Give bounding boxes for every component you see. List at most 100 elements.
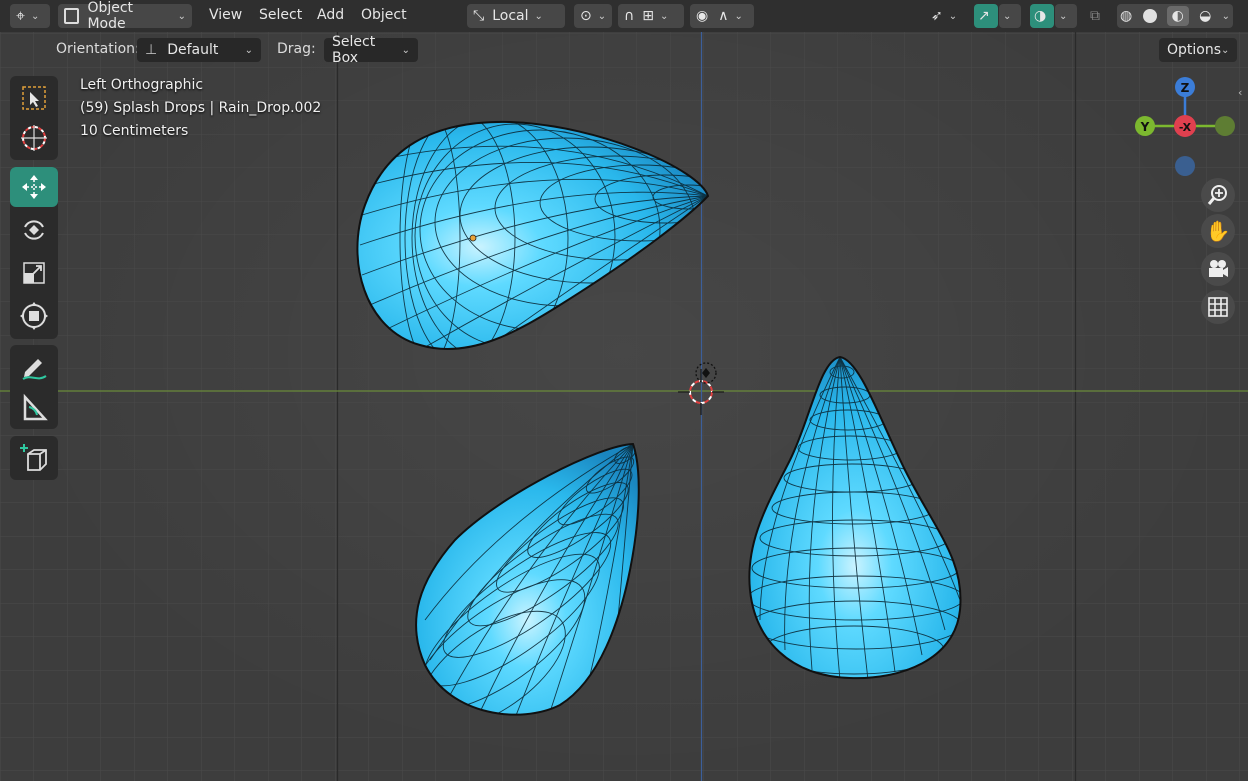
pivot-icon: ⊙ bbox=[580, 8, 592, 24]
tool-cursor[interactable] bbox=[10, 118, 58, 158]
view-name-label: Left Orthographic bbox=[80, 77, 204, 93]
scale-icon bbox=[23, 262, 45, 284]
chevron-down-icon: ⌄ bbox=[1059, 10, 1068, 22]
xray-icon: ⧉ bbox=[1090, 8, 1100, 24]
gizmo-toggle[interactable]: ↗ bbox=[974, 4, 998, 28]
chevron-down-icon: ⌄ bbox=[597, 10, 607, 22]
proportional-edit-icon: ◉ bbox=[696, 8, 709, 24]
3d-viewport[interactable] bbox=[0, 0, 1248, 781]
snap-increment-icon: ⊞ bbox=[642, 8, 654, 24]
grid-scale-label: 10 Centimeters bbox=[80, 123, 189, 139]
blender-3d-viewport-window: ⌖ ⌄ Object Mode ⌄ View Select Add Object … bbox=[0, 0, 1248, 781]
camera-icon bbox=[1209, 260, 1228, 277]
mode-label: Object Mode bbox=[87, 0, 134, 32]
shading-mode-group[interactable]: ◍ ◐ ◒ ⌄ bbox=[1117, 4, 1233, 28]
visibility-dropdown[interactable]: ➶ ⌄ bbox=[925, 4, 967, 28]
tool-add-cube[interactable] bbox=[10, 438, 58, 478]
camera-view-button[interactable] bbox=[1201, 252, 1235, 286]
chevron-down-icon: ⌄ bbox=[1003, 10, 1012, 22]
chevron-down-icon: ⌄ bbox=[534, 10, 543, 22]
gizmo-z-label: Z bbox=[1181, 81, 1190, 95]
gizmo-y-label: Y bbox=[1140, 120, 1150, 134]
tool-group-select bbox=[10, 76, 58, 160]
pivot-point-dropdown[interactable]: ⊙ ⌄ bbox=[574, 4, 612, 28]
overlays-dropdown[interactable]: ⌄ bbox=[1055, 4, 1077, 28]
overlays-icon: ◑ bbox=[1034, 8, 1047, 24]
tool-rotate[interactable] bbox=[10, 210, 58, 250]
chevron-down-icon: ⌄ bbox=[948, 10, 958, 22]
chevron-down-icon: ⌄ bbox=[659, 10, 669, 22]
options-dropdown[interactable]: Options ⌄ bbox=[1159, 38, 1237, 62]
tool-scale[interactable] bbox=[10, 253, 58, 293]
xray-toggle[interactable]: ⧉ bbox=[1086, 4, 1110, 28]
tool-transform[interactable] bbox=[10, 296, 58, 336]
move-arrows-icon bbox=[22, 175, 46, 199]
orientation-value: Default bbox=[167, 42, 219, 58]
gizmo-neg-z[interactable] bbox=[1175, 156, 1195, 176]
drag-label: Drag: bbox=[277, 41, 316, 57]
pan-button[interactable]: ✋ bbox=[1201, 214, 1235, 248]
tool-group-add bbox=[10, 436, 58, 480]
rendered-shading-icon[interactable]: ◒ bbox=[1199, 8, 1211, 24]
object-mode-icon bbox=[64, 8, 80, 24]
chevron-down-icon: ⌄ bbox=[1221, 10, 1230, 22]
drag-value: Select Box bbox=[332, 34, 376, 66]
tool-measure[interactable] bbox=[10, 388, 58, 428]
orientation-icon: ⤡ bbox=[473, 8, 485, 24]
chevron-down-icon: ⌄ bbox=[1221, 44, 1230, 56]
chevron-down-icon: ⌄ bbox=[244, 44, 253, 56]
material-preview-shading-icon[interactable]: ◐ bbox=[1166, 6, 1189, 26]
mode-dropdown[interactable]: Object Mode ⌄ bbox=[58, 0, 192, 32]
chevron-down-icon: ⌄ bbox=[734, 10, 743, 22]
proportional-editing-group[interactable]: ◉ ∧ ⌄ bbox=[690, 4, 754, 28]
tool-annotate[interactable] bbox=[10, 347, 58, 387]
annotate-pencil-icon bbox=[22, 359, 47, 380]
selectability-icon: ➶ bbox=[931, 8, 943, 24]
grid-icon bbox=[1208, 297, 1228, 317]
select-box-icon bbox=[22, 86, 46, 110]
drag-dropdown[interactable]: Select Box ⌄ bbox=[324, 34, 418, 66]
navigation-gizmo[interactable]: Z Y -X bbox=[1125, 72, 1245, 182]
hand-icon: ✋ bbox=[1205, 219, 1231, 243]
cursor-icon bbox=[21, 125, 47, 151]
transform-orientation-label: Local bbox=[492, 8, 529, 24]
chevron-down-icon: ⌄ bbox=[401, 44, 410, 56]
transform-icon bbox=[20, 302, 48, 330]
gizmo-neg-y[interactable] bbox=[1215, 116, 1235, 136]
viewport-grid bbox=[0, 0, 1248, 781]
editor-type-button[interactable]: ⌖ ⌄ bbox=[10, 4, 50, 28]
measure-ruler-icon bbox=[23, 393, 48, 421]
tool-group-transform bbox=[10, 167, 58, 339]
menu-object[interactable]: Object bbox=[361, 7, 407, 23]
snap-magnet-icon: ∩ bbox=[624, 8, 635, 24]
orientation-axes-icon: ⊥ bbox=[145, 42, 158, 58]
snapping-group[interactable]: ∩ ⊞ ⌄ bbox=[618, 4, 684, 28]
object-info-label: (59) Splash Drops | Rain_Drop.002 bbox=[80, 100, 322, 116]
zoom-magnifier-icon bbox=[1207, 185, 1227, 205]
orientation-dropdown[interactable]: ⊥ Default ⌄ bbox=[137, 38, 261, 62]
gizmo-x-label: -X bbox=[1179, 121, 1192, 134]
add-cube-icon bbox=[20, 444, 47, 471]
ortho-toggle-button[interactable] bbox=[1201, 290, 1235, 324]
solid-shading-icon[interactable] bbox=[1142, 9, 1157, 23]
chevron-down-icon: ⌄ bbox=[31, 10, 40, 22]
tool-move[interactable] bbox=[10, 167, 58, 207]
gizmo-dropdown[interactable]: ⌄ bbox=[999, 4, 1021, 28]
orientation-label: Orientation: bbox=[56, 41, 140, 57]
menu-select[interactable]: Select bbox=[259, 7, 302, 23]
rotate-icon bbox=[24, 220, 44, 240]
menu-view[interactable]: View bbox=[209, 7, 242, 23]
viewport-header: ⌖ ⌄ Object Mode ⌄ View Select Add Object … bbox=[0, 0, 1248, 32]
editor-type-icon: ⌖ bbox=[16, 6, 26, 25]
overlays-toggle[interactable]: ◑ bbox=[1030, 4, 1054, 28]
falloff-curve-icon: ∧ bbox=[718, 8, 729, 24]
chevron-down-icon: ⌄ bbox=[177, 10, 186, 22]
zoom-button[interactable] bbox=[1201, 178, 1235, 212]
tool-group-annotate bbox=[10, 345, 58, 429]
transform-orientation-dropdown[interactable]: ⤡ Local ⌄ bbox=[467, 4, 565, 28]
wireframe-shading-icon[interactable]: ◍ bbox=[1120, 8, 1132, 24]
gizmo-icon: ↗ bbox=[978, 8, 990, 24]
menu-add[interactable]: Add bbox=[317, 7, 344, 23]
options-label: Options bbox=[1167, 42, 1222, 58]
tool-select-box[interactable] bbox=[10, 78, 58, 118]
